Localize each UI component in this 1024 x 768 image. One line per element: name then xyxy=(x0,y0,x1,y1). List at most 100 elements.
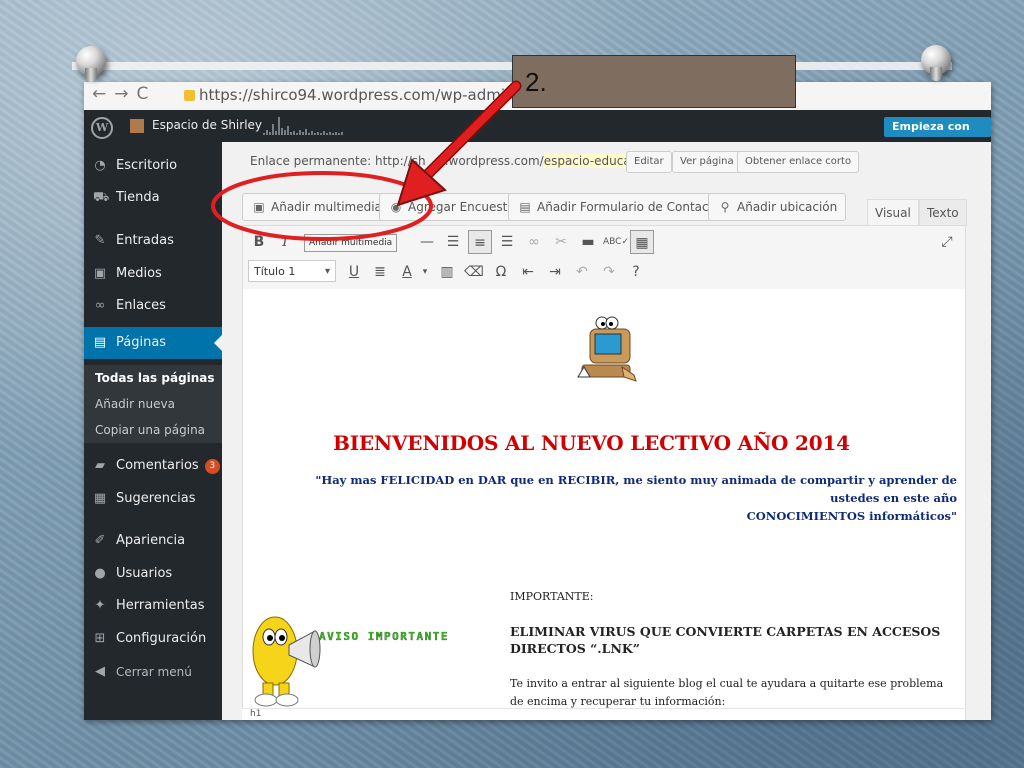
user-icon: ● xyxy=(94,566,106,581)
sidebar-item-comentarios[interactable]: ▰ Comentarios 3 xyxy=(84,450,222,482)
virus-heading: ELIMINAR VIRUS QUE CONVIERTE CARPETAS EN… xyxy=(510,624,941,656)
undo-icon[interactable]: ↶ xyxy=(570,260,594,284)
insert-link-icon[interactable]: ∞ xyxy=(522,230,546,254)
spellcheck-icon[interactable]: ABC✓ xyxy=(603,230,629,254)
page-icon: ▤ xyxy=(93,335,107,350)
wordpress-logo-icon[interactable]: W xyxy=(91,117,113,139)
align-center-icon[interactable]: ≡ xyxy=(468,230,492,254)
page-heading: BIENVENIDOS AL NUEVO LECTIVO AÑO 2014 xyxy=(333,431,850,455)
underline-button[interactable]: U xyxy=(342,260,366,284)
chevron-down-icon[interactable]: ▾ xyxy=(413,260,437,284)
welcome-quote: "Hay mas FELICIDAD en DAR que en RECIBIR… xyxy=(271,471,957,525)
sidebar-item-apariencia[interactable]: ✐ Apariencia xyxy=(84,525,222,557)
sidebar-item-tienda[interactable]: ⛟ Tienda xyxy=(84,182,222,214)
get-shortlink-button[interactable]: Obtener enlace corto xyxy=(737,151,860,173)
browser-nav-icons[interactable]: ←→C xyxy=(92,84,156,104)
site-avatar-icon xyxy=(130,119,144,133)
edit-permalink-button[interactable]: Editar xyxy=(626,151,672,173)
sidebar-item-label: Comentarios xyxy=(116,458,199,473)
sidebar-item-label: Entradas xyxy=(116,233,174,248)
aviso-banner-text: AVISO IMPORTANTE xyxy=(319,630,449,643)
read-more-icon[interactable]: ▬ xyxy=(576,230,600,254)
permalink-line: Enlace permanente: http://sh .wordpress.… xyxy=(250,154,657,168)
sidebar-item-paginas[interactable]: ▤ Páginas xyxy=(84,327,222,359)
sidebar-item-configuracion[interactable]: ⊞ Configuración xyxy=(84,623,222,655)
editor-content[interactable]: BIENVENIDOS AL NUEVO LECTIVO AÑO 2014 "H… xyxy=(242,289,966,720)
sidebar-item-sugerencias[interactable]: ▦ Sugerencias xyxy=(84,483,222,515)
computer-mascot-icon xyxy=(577,316,637,382)
welcome-quote-line2: CONOCIMIENTOS informáticos" xyxy=(746,509,957,523)
sidebar-item-enlaces[interactable]: ∞ Enlaces xyxy=(84,290,222,322)
collapse-menu-button[interactable]: ◀ Cerrar menú xyxy=(84,656,222,688)
toolbar-toggle-icon[interactable]: ▦ xyxy=(630,230,654,254)
media-icon: ▣ xyxy=(93,266,107,281)
cart-icon: ⛟ xyxy=(93,190,110,205)
stats-sparkline-icon[interactable] xyxy=(262,116,348,136)
sidebar-item-label: Configuración xyxy=(116,631,207,646)
brush-icon: ✐ xyxy=(94,533,106,548)
media-icon: ▣ xyxy=(253,200,265,214)
permalink-label: Enlace permanente: xyxy=(250,154,372,168)
italic-button[interactable]: I xyxy=(273,230,297,254)
settings-icon: ⊞ xyxy=(94,631,106,646)
submenu-add-new[interactable]: Añadir nueva xyxy=(84,391,222,417)
add-poll-label: Agregar Encuesta xyxy=(408,200,515,214)
comment-icon: ▰ xyxy=(95,458,105,473)
paste-text-icon[interactable]: ▥ xyxy=(435,260,459,284)
wp-admin-bar: W Espacio de Shirley Empieza con Premium xyxy=(84,110,991,153)
sidebar-item-usuarios[interactable]: ● Usuarios xyxy=(84,558,222,590)
paginas-submenu: Todas las páginas Añadir nueva Copiar un… xyxy=(84,365,222,443)
step-callout-box: 2. xyxy=(512,55,796,108)
feedback-icon: ▦ xyxy=(93,491,107,506)
add-media-button[interactable]: ▣ Añadir multimedia xyxy=(242,193,391,221)
pushpin-left-icon xyxy=(76,46,106,82)
align-left-icon[interactable]: ☰ xyxy=(441,230,465,254)
remove-link-icon[interactable]: ✂ xyxy=(549,230,573,254)
permalink-url-domain: .wordpress.com/ xyxy=(444,154,544,168)
redo-icon[interactable]: ↷ xyxy=(597,260,621,284)
sidebar-item-herramientas[interactable]: ✦ Herramientas xyxy=(84,590,222,622)
sidebar-item-label: Escritorio xyxy=(116,158,178,173)
sidebar-item-medios[interactable]: ▣ Medios xyxy=(84,258,222,290)
dashboard-icon: ◔ xyxy=(94,158,106,173)
pin-icon: ✎ xyxy=(94,233,106,248)
sidebar-item-escritorio[interactable]: ◔ Escritorio xyxy=(84,150,222,182)
outdent-icon[interactable]: ⇤ xyxy=(516,260,540,284)
horizontal-rule-icon[interactable]: — xyxy=(415,230,439,254)
justify-icon[interactable]: ≣ xyxy=(368,260,392,284)
align-right-icon[interactable]: ☰ xyxy=(495,230,519,254)
submenu-copy-page[interactable]: Copiar una página xyxy=(84,417,222,443)
fullscreen-icon[interactable]: ⤢ xyxy=(935,230,959,254)
tab-texto[interactable]: Texto xyxy=(919,199,967,226)
sidebar-item-label-wrap: Comentarios 3 xyxy=(116,450,220,482)
sidebar-item-entradas[interactable]: ✎ Entradas xyxy=(84,225,222,257)
add-location-button[interactable]: ⚲ Añadir ubicación xyxy=(708,193,847,221)
format-select[interactable]: Título 1 xyxy=(248,260,336,283)
megaphone-mascot-icon xyxy=(252,616,321,707)
important-label: IMPORTANTE: xyxy=(510,590,594,603)
indent-icon[interactable]: ⇥ xyxy=(543,260,567,284)
form-icon: ▤ xyxy=(519,200,531,214)
sidebar-item-label: Herramientas xyxy=(116,598,205,613)
special-char-button[interactable]: Ω xyxy=(489,260,513,284)
add-poll-button[interactable]: ◉ Agregar Encuesta xyxy=(379,193,524,221)
bold-button[interactable]: B xyxy=(247,230,271,254)
admin-sidebar: ◔ Escritorio ⛟ Tienda ✎ Entradas ▣ Medios ∞ E… xyxy=(84,142,222,720)
sidebar-item-label: Usuarios xyxy=(116,566,173,581)
wrench-icon: ✦ xyxy=(94,598,106,613)
submenu-all-pages[interactable]: Todas las páginas xyxy=(84,365,222,391)
add-contact-form-button[interactable]: ▤ Añadir Formulario de Contacto xyxy=(508,193,730,221)
tab-visual[interactable]: Visual xyxy=(867,199,919,226)
poll-icon: ◉ xyxy=(390,200,402,214)
add-location-label: Añadir ubicación xyxy=(737,200,838,214)
help-icon[interactable]: ? xyxy=(624,260,648,284)
permalink-url[interactable]: http://sh .wordpress.com/espacio-educati… xyxy=(375,154,657,168)
add-media-tooltip: Añadir multimedia xyxy=(304,234,398,252)
lock-icon xyxy=(184,90,195,101)
site-name-link[interactable]: Espacio de Shirley xyxy=(152,118,262,132)
comment-count-badge: 3 xyxy=(204,459,220,474)
clear-formatting-icon[interactable]: ⌫ xyxy=(462,260,486,284)
view-page-button[interactable]: Ver página xyxy=(672,151,742,173)
add-media-label: Añadir multimedia xyxy=(271,200,382,214)
premium-button[interactable]: Empieza con Premium xyxy=(884,117,991,153)
